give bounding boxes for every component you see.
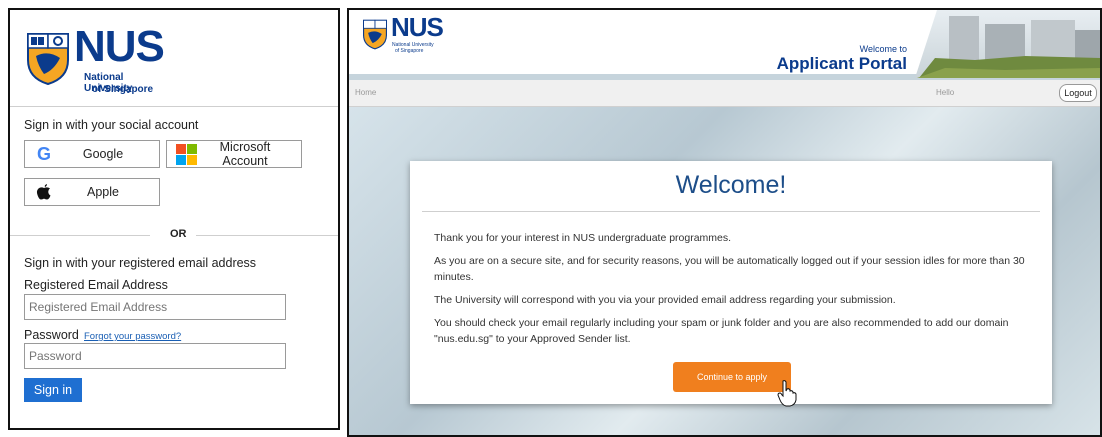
apple-signin-button[interactable]: Apple <box>24 178 160 206</box>
email-field[interactable] <box>24 294 286 320</box>
nus-crest-icon <box>27 33 69 86</box>
applicant-portal: NUS National University of Singapore Wel… <box>347 8 1102 437</box>
nav-home-link[interactable]: Home <box>355 88 376 97</box>
forgot-password-link[interactable]: Forgot your password? <box>84 331 181 342</box>
paragraph-correspondence: The University will correspond with you … <box>434 294 896 306</box>
portal-title: Applicant Portal <box>776 54 907 73</box>
signin-panel: NUS National University of Singapore Sig… <box>8 8 340 430</box>
email-signin-title: Sign in with your registered email addre… <box>24 256 257 270</box>
welcome-title: Welcome! <box>675 171 787 199</box>
paragraph-email-check: You should check your email regularly in… <box>434 317 1009 345</box>
email-label: Registered Email Address <box>24 278 168 292</box>
brand-line2: of Singapore <box>395 48 424 54</box>
microsoft-icon <box>175 143 197 165</box>
apple-label: Apple <box>87 185 119 199</box>
brand-name: NUS <box>391 12 444 42</box>
logout-button[interactable]: Logout <box>1059 84 1097 102</box>
nus-logo: NUS National University of Singapore <box>24 22 174 96</box>
apple-icon <box>33 181 55 203</box>
welcome-card: Welcome! Thank you for your interest in … <box>410 161 1052 407</box>
nus-crest-icon <box>363 19 387 50</box>
nus-logo: NUS National University of Singapore <box>361 12 481 64</box>
welcome-to-text: Welcome to <box>859 44 907 54</box>
brand-line2: of Singapore <box>92 84 154 95</box>
google-icon: G <box>36 143 51 164</box>
portal-nav: Home Hello Logout <box>349 80 1100 107</box>
social-signin-title: Sign in with your social account <box>24 118 199 132</box>
brand-name: NUS <box>74 22 165 71</box>
or-separator: OR <box>10 228 338 242</box>
google-label: Google <box>82 147 124 161</box>
or-text: OR <box>170 228 187 240</box>
hand-cursor-icon <box>777 380 797 407</box>
portal-header: NUS National University of Singapore Wel… <box>349 10 1100 78</box>
continue-to-apply-button[interactable]: Continue to apply <box>673 362 791 392</box>
microsoft-signin-button[interactable]: Microsoft Account <box>166 140 302 168</box>
paragraph-thanks: Thank you for your interest in NUS under… <box>434 232 732 244</box>
nav-greeting: Hello <box>936 88 955 97</box>
google-signin-button[interactable]: G Google <box>24 140 160 168</box>
password-field[interactable] <box>24 343 286 369</box>
divider <box>10 106 338 107</box>
divider <box>422 211 1040 212</box>
paragraph-security: As you are on a secure site, and for sec… <box>434 255 1025 283</box>
password-label: Password <box>24 328 79 342</box>
sign-in-button[interactable]: Sign in <box>24 378 82 402</box>
campus-photo <box>915 10 1100 78</box>
microsoft-label: Microsoft Account <box>219 140 271 168</box>
